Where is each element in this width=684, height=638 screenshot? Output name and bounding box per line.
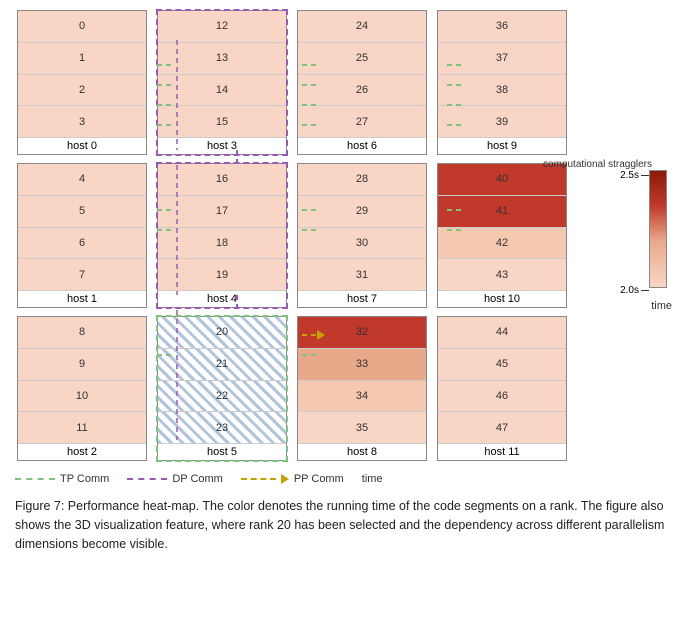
pp-comm-label: PP Comm bbox=[294, 473, 344, 485]
time-label: time bbox=[651, 300, 672, 312]
dp-comm-label: DP Comm bbox=[172, 473, 223, 485]
rank-1: 1 bbox=[18, 43, 146, 75]
host-box-2: 8 9 10 11 host 2 bbox=[17, 316, 147, 461]
host-box-8: 32 33 34 35 host 8 bbox=[297, 316, 427, 461]
tp-comm-line bbox=[15, 478, 55, 480]
host-label-4: host 4 bbox=[158, 290, 286, 307]
rank-32: 32 bbox=[298, 317, 426, 349]
legend-time: time bbox=[362, 473, 383, 485]
rank-38: 38 bbox=[438, 75, 566, 107]
rank-14: 14 bbox=[158, 75, 286, 107]
rank-8: 8 bbox=[18, 317, 146, 349]
tp-comm-label: TP Comm bbox=[60, 473, 109, 485]
rank-21: 21 bbox=[158, 349, 286, 381]
color-scale-bar bbox=[649, 170, 667, 288]
rank-13: 13 bbox=[158, 43, 286, 75]
rank-6: 6 bbox=[18, 228, 146, 260]
rank-26: 26 bbox=[298, 75, 426, 107]
rank-5: 5 bbox=[18, 196, 146, 228]
host-box-1: 4 5 6 7 host 1 bbox=[17, 163, 147, 308]
rank-9: 9 bbox=[18, 349, 146, 381]
host-box-11: 44 45 46 47 host 11 bbox=[437, 316, 567, 461]
host-label-7: host 7 bbox=[298, 290, 426, 307]
rank-44: 44 bbox=[438, 317, 566, 349]
figure-caption: Figure 7: Performance heat-map. The colo… bbox=[10, 497, 674, 553]
host-box-10: 40 41 42 43 host 10 bbox=[437, 163, 567, 308]
rank-29: 29 bbox=[298, 196, 426, 228]
host-label-6: host 6 bbox=[298, 137, 426, 154]
host-box-7: 28 29 30 31 host 7 bbox=[297, 163, 427, 308]
rank-0: 0 bbox=[18, 11, 146, 43]
host-label-1: host 1 bbox=[18, 290, 146, 307]
rank-34: 34 bbox=[298, 381, 426, 413]
rank-39: 39 bbox=[438, 106, 566, 137]
scale-tick-top: 2.5s bbox=[620, 170, 649, 181]
scale-tick-bottom: 2.0s bbox=[620, 285, 649, 296]
rank-31: 31 bbox=[298, 259, 426, 290]
rank-24: 24 bbox=[298, 11, 426, 43]
rank-4: 4 bbox=[18, 164, 146, 196]
rank-18: 18 bbox=[158, 228, 286, 260]
rank-41: 41 bbox=[438, 196, 566, 228]
host-label-8: host 8 bbox=[298, 443, 426, 460]
rank-42: 42 bbox=[438, 228, 566, 260]
host-label-3: host 3 bbox=[158, 137, 286, 154]
rank-43: 43 bbox=[438, 259, 566, 290]
host-label-10: host 10 bbox=[438, 290, 566, 307]
host-box-0: 0 1 2 3 host 0 bbox=[17, 10, 147, 155]
legend-tp: TP Comm bbox=[15, 473, 109, 485]
rank-30: 30 bbox=[298, 228, 426, 260]
rank-47: 47 bbox=[438, 412, 566, 443]
host-grid: 0 1 2 3 host 0 12 13 14 15 host 3 24 25 … bbox=[17, 10, 672, 461]
rank-10: 10 bbox=[18, 381, 146, 413]
legend-dp: DP Comm bbox=[127, 473, 223, 485]
rank-45: 45 bbox=[438, 349, 566, 381]
host-box-9: 36 37 38 39 host 9 bbox=[437, 10, 567, 155]
dp-comm-line bbox=[127, 478, 167, 480]
pp-comm-arrow bbox=[281, 474, 289, 484]
pp-comm-line bbox=[241, 478, 276, 480]
rank-35: 35 bbox=[298, 412, 426, 443]
host-label-9: host 9 bbox=[438, 137, 566, 154]
rank-7: 7 bbox=[18, 259, 146, 290]
rank-17: 17 bbox=[158, 196, 286, 228]
rank-36: 36 bbox=[438, 11, 566, 43]
time-axis-label: time bbox=[362, 473, 383, 485]
legend: TP Comm DP Comm PP Comm time bbox=[10, 473, 674, 485]
rank-16: 16 bbox=[158, 164, 286, 196]
rank-11: 11 bbox=[18, 412, 146, 443]
host-label-5: host 5 bbox=[158, 443, 286, 460]
rank-22: 22 bbox=[158, 381, 286, 413]
rank-27: 27 bbox=[298, 106, 426, 137]
rank-2: 2 bbox=[18, 75, 146, 107]
scale-label-top: 2.5s bbox=[620, 170, 639, 181]
rank-19: 19 bbox=[158, 259, 286, 290]
host-box-3: 12 13 14 15 host 3 bbox=[157, 10, 287, 155]
rank-20: 20 bbox=[158, 317, 286, 349]
host-label-11: host 11 bbox=[438, 443, 566, 460]
rank-12: 12 bbox=[158, 11, 286, 43]
host-box-5: 20 21 22 23 host 5 bbox=[157, 316, 287, 461]
host-label-2: host 2 bbox=[18, 443, 146, 460]
rank-33: 33 bbox=[298, 349, 426, 381]
rank-3: 3 bbox=[18, 106, 146, 137]
rank-37: 37 bbox=[438, 43, 566, 75]
rank-28: 28 bbox=[298, 164, 426, 196]
host-box-6: 24 25 26 27 host 6 bbox=[297, 10, 427, 155]
rank-15: 15 bbox=[158, 106, 286, 137]
host-box-4: 16 17 18 19 host 4 bbox=[157, 163, 287, 308]
rank-46: 46 bbox=[438, 381, 566, 413]
host-label-0: host 0 bbox=[18, 137, 146, 154]
rank-25: 25 bbox=[298, 43, 426, 75]
scale-label-bottom: 2.0s bbox=[620, 285, 639, 296]
stragglers-text: computational stragglers bbox=[543, 159, 652, 170]
rank-23: 23 bbox=[158, 412, 286, 443]
legend-pp: PP Comm bbox=[241, 473, 344, 485]
